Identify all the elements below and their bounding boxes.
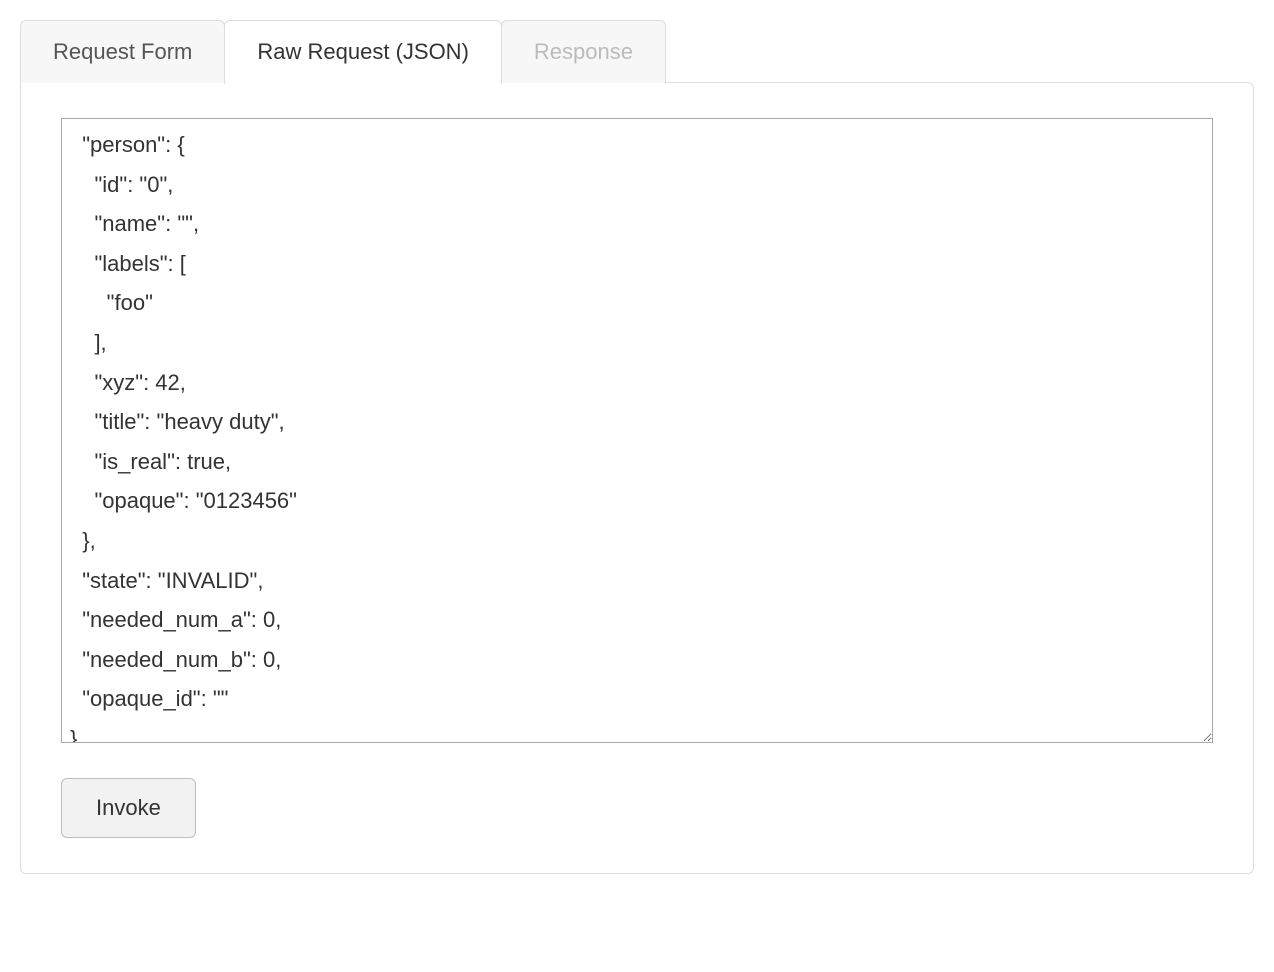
tab-response: Response (501, 20, 666, 83)
tab-panel-raw-request: Invoke (20, 82, 1254, 874)
tab-raw-request[interactable]: Raw Request (JSON) (224, 20, 502, 84)
invoke-button[interactable]: Invoke (61, 778, 196, 838)
raw-request-textarea[interactable] (61, 118, 1213, 743)
tab-bar: Request Form Raw Request (JSON) Response (20, 20, 1254, 83)
tab-request-form[interactable]: Request Form (20, 20, 225, 83)
request-ui-container: Request Form Raw Request (JSON) Response… (20, 20, 1254, 874)
